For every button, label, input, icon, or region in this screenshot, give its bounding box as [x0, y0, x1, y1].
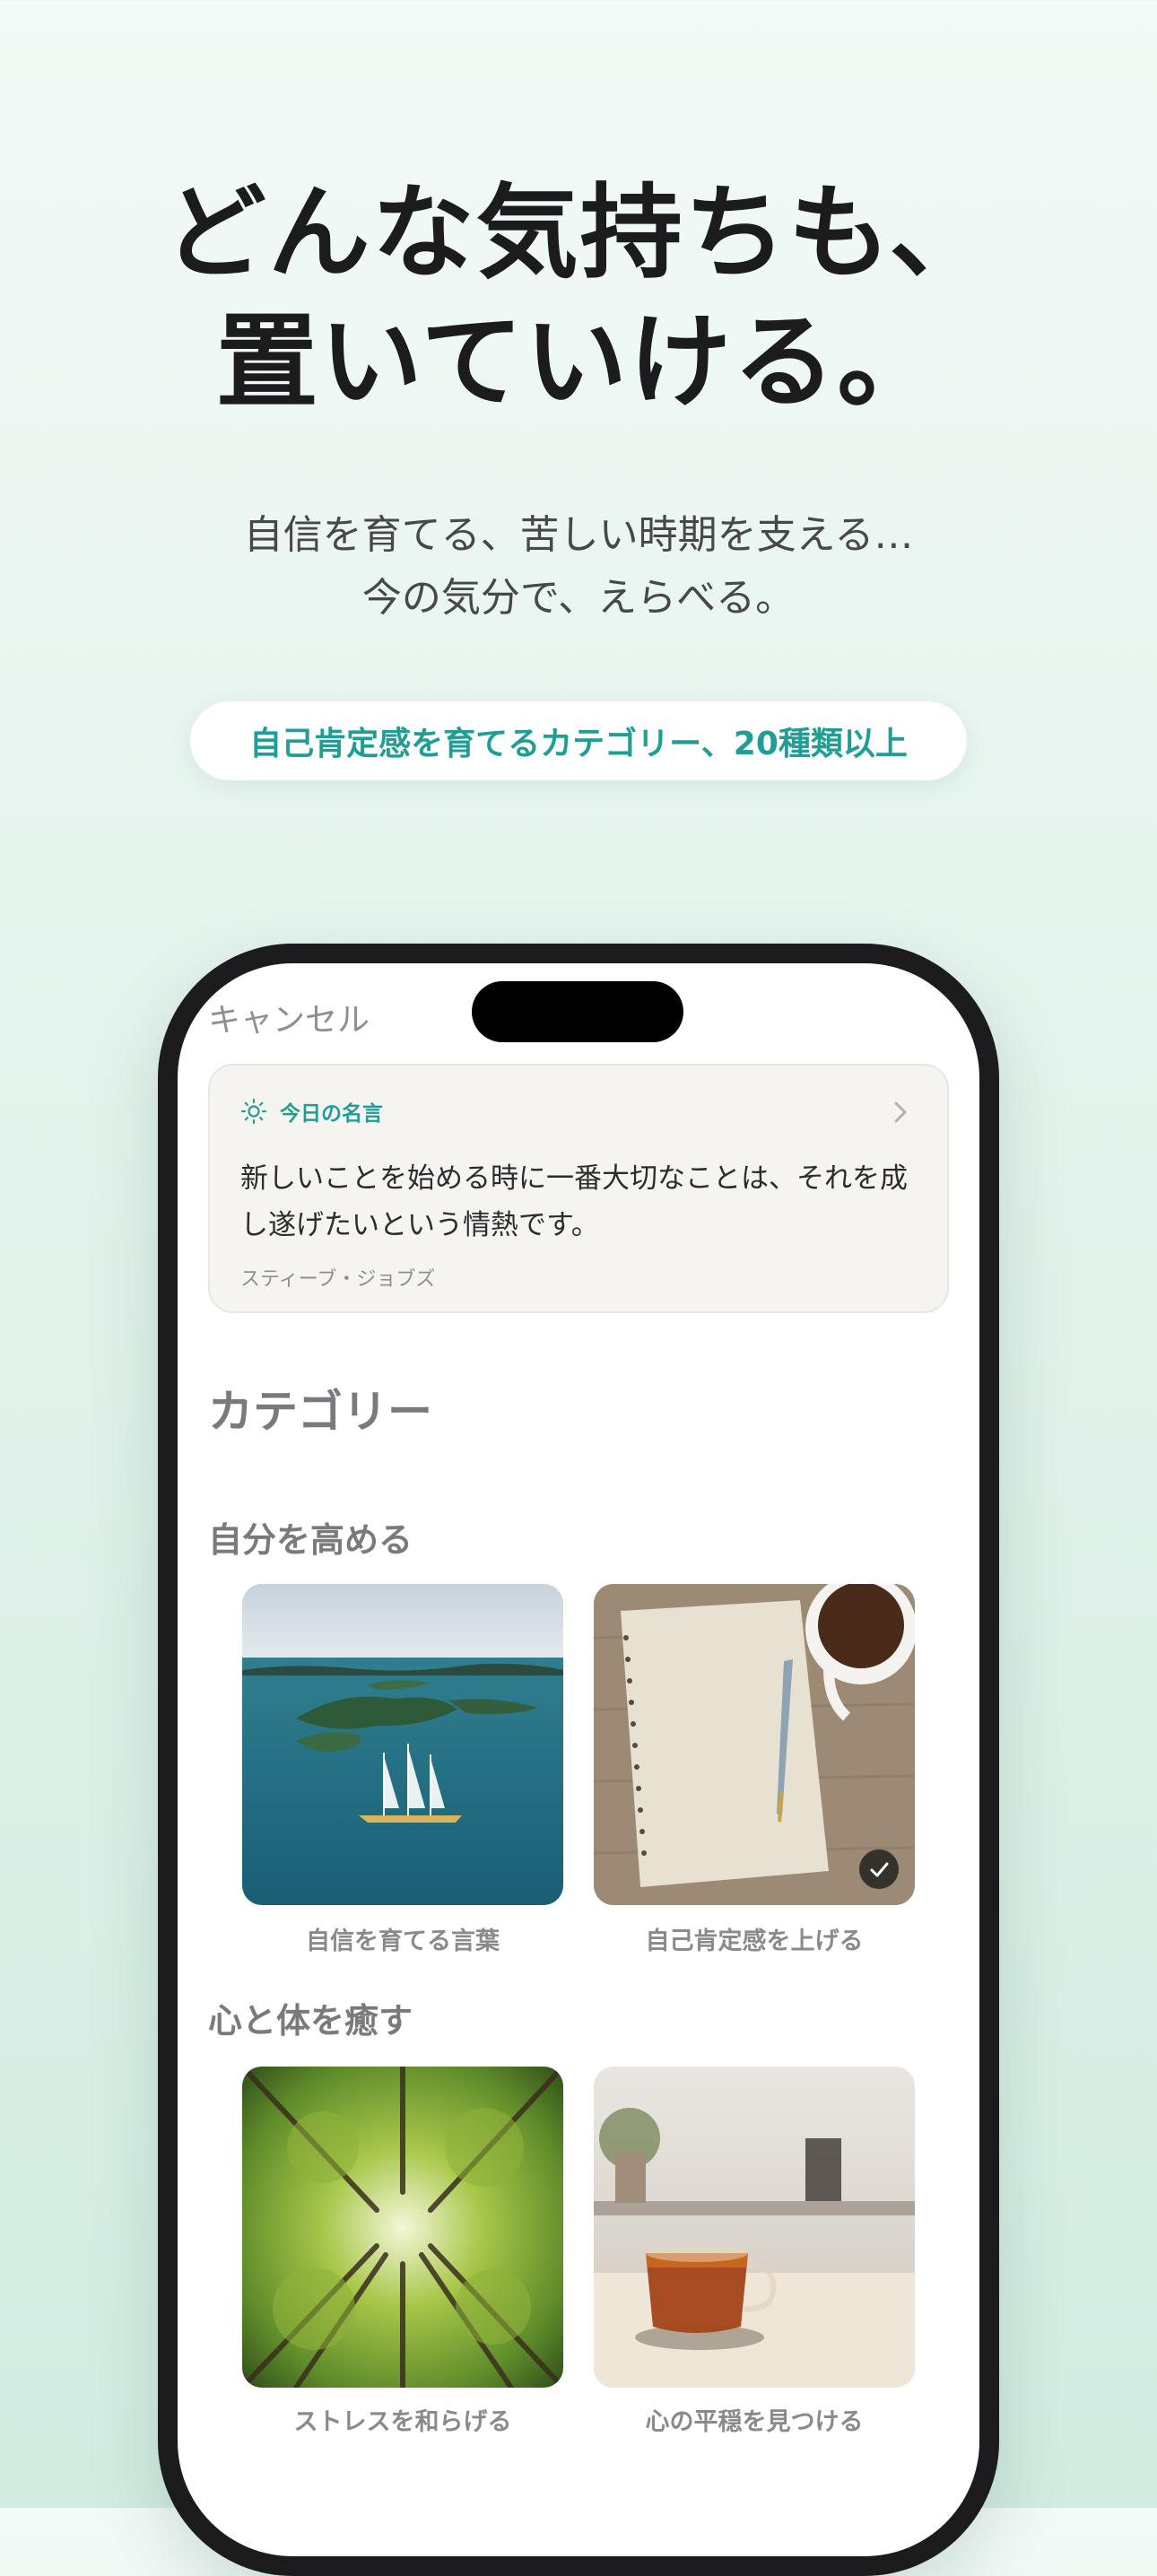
category-label-peace: 心の平穏を見つける	[645, 2408, 864, 2436]
island-sailboat-image	[242, 1584, 563, 1905]
sun-icon	[240, 1098, 267, 1125]
section-title-healing: 心と体を癒す	[208, 2001, 413, 2041]
quote-author: スティーブ・ジョブズ	[240, 1268, 436, 1291]
section-title-self-improvement: 自分を高める	[208, 1520, 413, 1560]
daily-quote-card[interactable]: 今日の名言 新しいことを始める時に一番大切なことは、それを成し遂げたいという情熱…	[208, 1064, 949, 1313]
cancel-button[interactable]: キャンセル	[208, 994, 370, 1040]
hero-headline: どんな気持ちも、 置いていける。	[0, 169, 1157, 427]
subtitle-line-2: 今の気分で、えらべる。	[361, 575, 796, 621]
quote-card-header: 今日の名言	[240, 1096, 383, 1127]
phone-frame: キャンセル 今日の名言 新しいことを始める時に一番大切なことは、それを成し遂げた…	[158, 944, 999, 2576]
quote-text: 新しいことを始める時に一番大切なことは、それを成し遂げたいという情熱です。	[240, 1162, 908, 1241]
checkmark-icon	[859, 1849, 899, 1889]
category-tile-self-esteem[interactable]	[594, 1584, 915, 1905]
feature-pill: 自己肯定感を育てるカテゴリー、20種類以上	[190, 701, 967, 780]
categories-heading: カテゴリー	[208, 1386, 432, 1438]
category-tile-stress[interactable]	[242, 2067, 563, 2388]
category-tile-peace[interactable]	[594, 2067, 915, 2388]
tea-cup-image	[594, 2067, 915, 2388]
chevron-right-icon[interactable]	[892, 1100, 909, 1125]
category-tile-confidence[interactable]	[242, 1584, 563, 1905]
dynamic-island	[472, 981, 683, 1042]
forest-canopy-image	[242, 2067, 563, 2388]
headline-line-1: どんな気持ちも、	[163, 173, 994, 292]
subtitle-line-1: 自信を育てる、苦しい時期を支える…	[243, 512, 914, 558]
quote-card-title: 今日の名言	[280, 1102, 383, 1126]
category-label-self-esteem: 自己肯定感を上げる	[645, 1928, 864, 1955]
category-label-confidence: 自信を育てる言葉	[306, 1928, 500, 1955]
headline-line-2: 置いていける。	[215, 302, 942, 422]
hero-subtitle: 自信を育てる、苦しい時期を支える… 今の気分で、えらべる。	[0, 504, 1157, 630]
phone-screen: キャンセル 今日の名言 新しいことを始める時に一番大切なことは、それを成し遂げた…	[178, 963, 979, 2556]
category-label-stress: ストレスを和らげる	[293, 2408, 512, 2436]
